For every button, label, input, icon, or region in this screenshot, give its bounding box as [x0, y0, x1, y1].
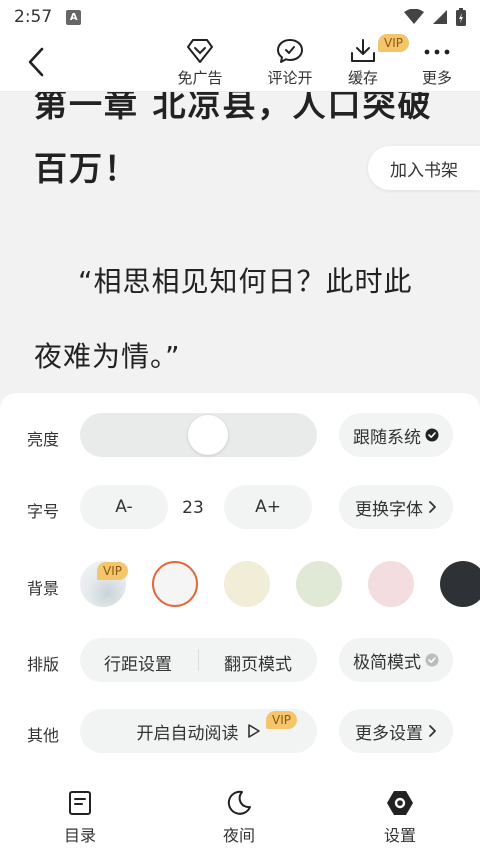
settings-icon — [387, 791, 413, 815]
background-label: 背景 — [27, 579, 60, 598]
ad-free-button[interactable]: 免广告 — [168, 36, 232, 90]
download-icon — [351, 39, 375, 62]
moon-icon — [227, 790, 251, 815]
reading-area[interactable]: 第一章 北凉县，人口突破 百万！ “相思相见知何日？此时此 夜难为情。” — [0, 92, 480, 392]
background-vip-badge: VIP — [97, 562, 128, 580]
night-mode-tab[interactable]: 夜间 — [199, 790, 279, 846]
background-swatch-3[interactable] — [296, 561, 342, 607]
paragraph-line1: “相思相见知何日？此时此 — [78, 265, 413, 298]
more-label: 更多 — [421, 69, 452, 87]
font-increase-button[interactable]: A+ — [224, 485, 312, 529]
change-font-label: 更换字体 — [355, 499, 423, 520]
settings-label: 设置 — [383, 826, 416, 845]
brightness-slider[interactable] — [80, 413, 317, 457]
catalog-icon — [69, 791, 91, 815]
battery-icon — [456, 8, 466, 26]
status-icons — [404, 8, 466, 26]
comments-toggle-button[interactable]: 评论开 — [258, 36, 322, 90]
check-circle-icon — [425, 653, 439, 667]
background-swatch-1[interactable] — [152, 561, 198, 607]
night-label: 夜间 — [222, 826, 255, 845]
chevron-right-icon — [429, 725, 436, 737]
wifi-icon — [404, 9, 424, 24]
minimal-mode-button[interactable]: 极简模式 — [339, 638, 453, 682]
chevron-left-icon — [28, 47, 44, 77]
layout-group: 行距设置 翻页模式 — [80, 638, 317, 682]
check-circle-icon — [425, 428, 439, 442]
background-swatch-2[interactable] — [224, 561, 270, 607]
comments-label: 评论开 — [267, 69, 313, 87]
auto-read-label: 开启自动阅读 — [136, 723, 239, 744]
settings-tab[interactable]: 设置 — [360, 790, 440, 846]
more-settings-button[interactable]: 更多设置 — [339, 709, 453, 753]
more-dots-icon — [424, 49, 450, 55]
auto-read-vip-badge: VIP — [266, 711, 297, 729]
layout-divider — [198, 649, 199, 671]
chapter-title-line1: 第一章 北凉县，人口突破 — [34, 92, 433, 124]
layout-label: 排版 — [27, 655, 60, 674]
other-label: 其他 — [27, 726, 60, 745]
back-button[interactable] — [18, 44, 54, 80]
signal-icon — [433, 10, 447, 24]
minimal-mode-label: 极简模式 — [353, 652, 421, 673]
more-settings-label: 更多设置 — [355, 723, 423, 744]
paragraph-line2: 夜难为情。” — [34, 340, 181, 373]
font-size-label: 字号 — [27, 502, 60, 521]
brightness-slider-handle[interactable] — [188, 415, 229, 455]
chapter-title-line2: 百万！ — [34, 149, 139, 188]
catalog-label: 目录 — [63, 826, 96, 845]
reader-toolbar: 免广告 评论开 缓存 VIP 更多 — [0, 34, 480, 92]
more-button[interactable]: 更多 — [405, 36, 469, 90]
add-to-bookshelf-button[interactable]: 加入书架 — [368, 146, 480, 190]
font-decrease-button[interactable]: A- — [80, 485, 168, 529]
status-bar: 2:57 A — [0, 0, 480, 34]
ad-free-label: 免广告 — [177, 69, 223, 87]
bottom-navigation: 目录 夜间 设置 — [0, 780, 480, 855]
diamond-icon — [187, 39, 213, 63]
comment-icon — [277, 39, 303, 63]
background-swatch-5[interactable] — [440, 561, 480, 607]
app-notification-icon: A — [66, 9, 82, 25]
follow-system-label: 跟随系统 — [353, 427, 421, 448]
status-time: 2:57 — [14, 7, 53, 27]
follow-system-button[interactable]: 跟随系统 — [339, 413, 453, 457]
download-label: 缓存 — [347, 69, 378, 87]
page-mode-button[interactable]: 翻页模式 — [224, 650, 292, 675]
brightness-label: 亮度 — [27, 430, 60, 449]
chevron-right-icon — [429, 501, 436, 513]
background-swatch-4[interactable] — [368, 561, 414, 607]
change-font-button[interactable]: 更换字体 — [339, 485, 453, 529]
catalog-tab[interactable]: 目录 — [40, 790, 120, 846]
line-spacing-button[interactable]: 行距设置 — [104, 650, 172, 675]
play-icon — [247, 724, 260, 738]
font-size-value: 23 — [182, 498, 204, 518]
